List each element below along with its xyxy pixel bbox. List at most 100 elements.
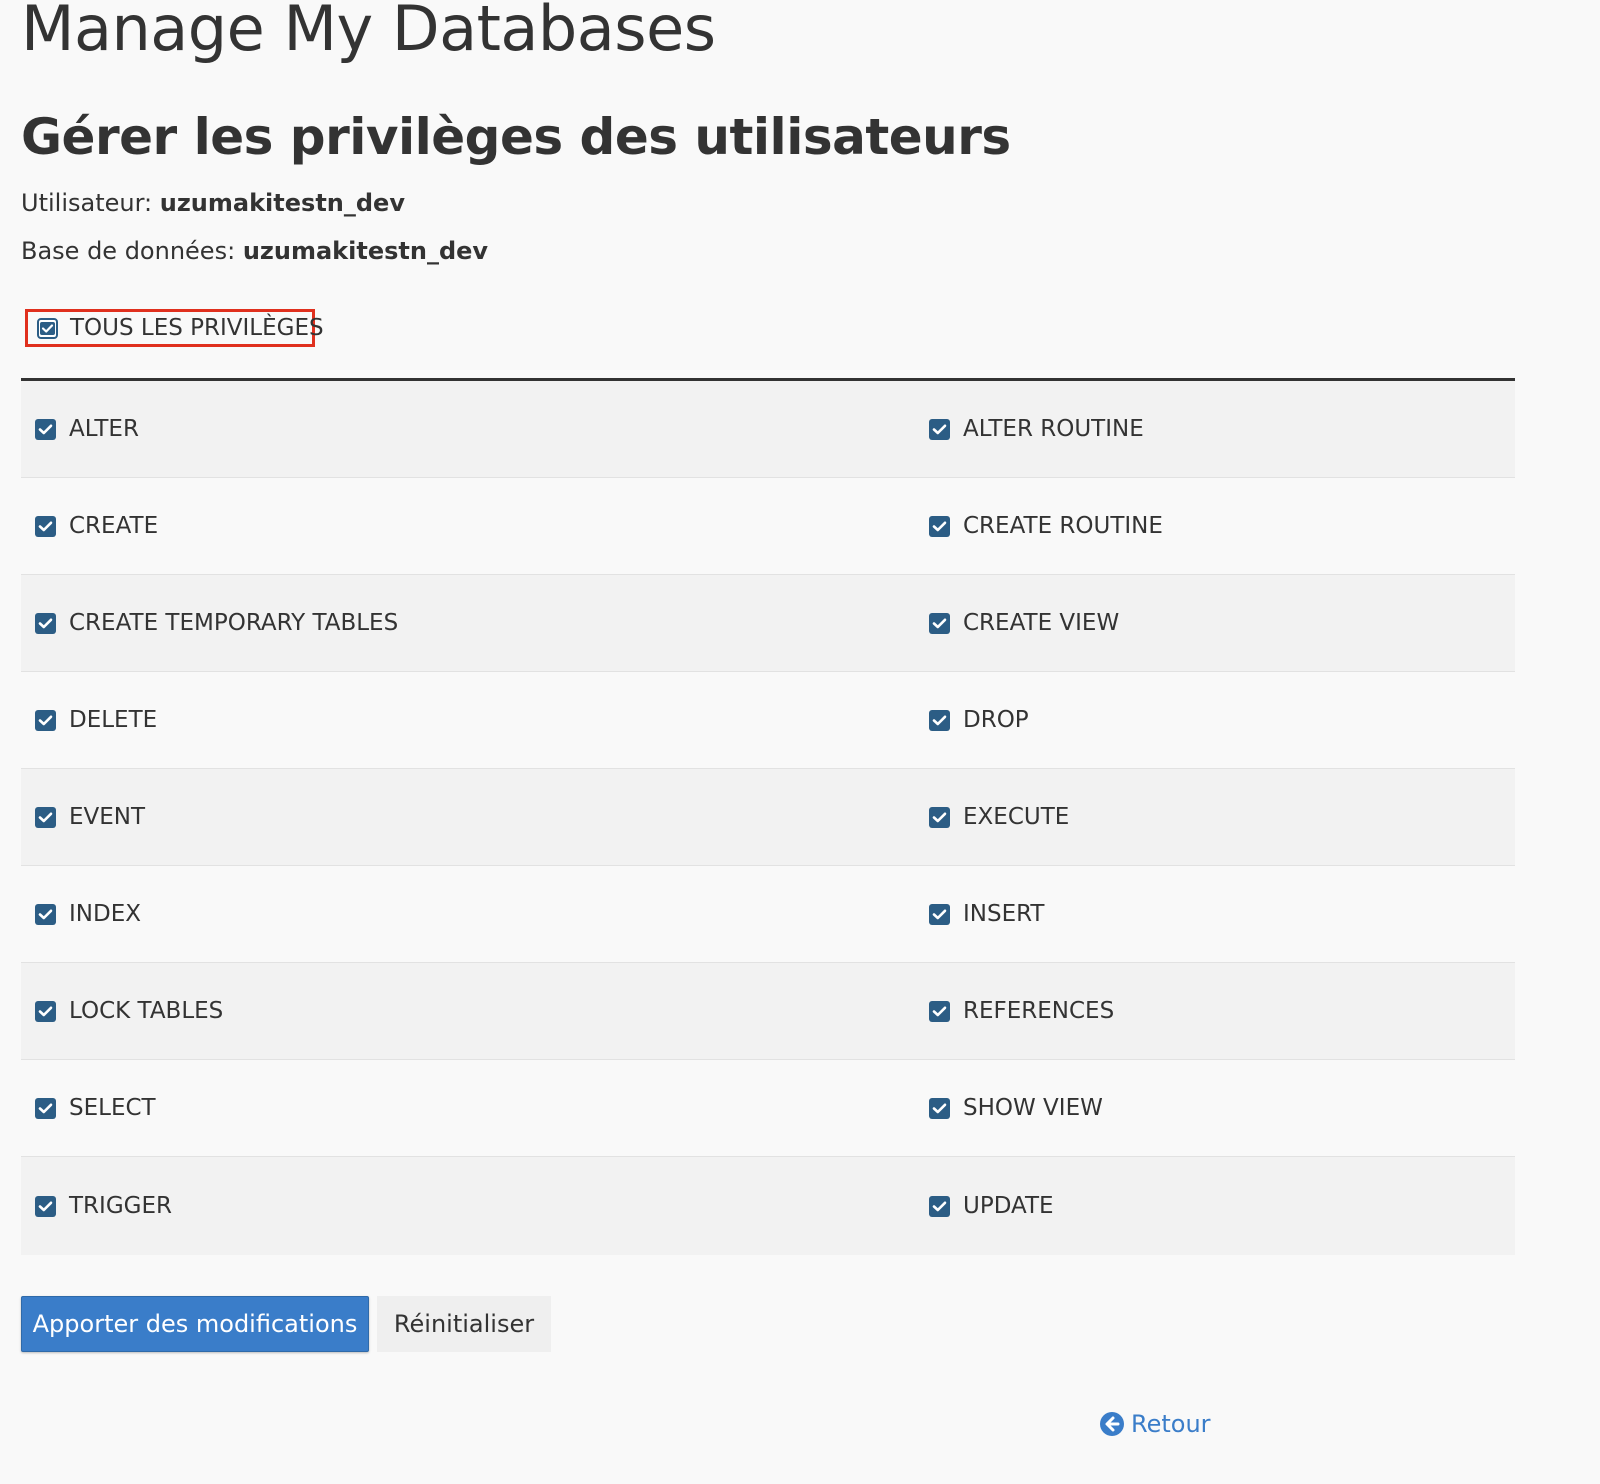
- privilege-option[interactable]: INSERT: [915, 866, 1515, 962]
- privilege-option[interactable]: EVENT: [21, 769, 915, 865]
- user-label: Utilisateur:: [21, 189, 153, 217]
- privilege-checkbox[interactable]: [929, 612, 950, 634]
- checkmark-icon: [40, 321, 55, 335]
- privilege-checkbox[interactable]: [35, 612, 56, 634]
- privilege-option[interactable]: TRIGGER: [21, 1157, 915, 1255]
- privilege-row: ALTER ALTER ROUTINE: [21, 381, 1515, 478]
- privilege-label: INDEX: [69, 901, 141, 927]
- privilege-label: TRIGGER: [69, 1193, 172, 1219]
- all-privileges-label: TOUS LES PRIVILÈGES: [70, 315, 324, 341]
- checkmark-icon: [932, 1201, 947, 1211]
- privilege-label: SELECT: [69, 1095, 156, 1121]
- privilege-checkbox[interactable]: [35, 903, 56, 925]
- checkmark-icon: [38, 1201, 53, 1211]
- reset-button[interactable]: Réinitialiser: [377, 1296, 551, 1352]
- checkmark-icon: [38, 909, 53, 919]
- back-link-label: Retour: [1131, 1410, 1211, 1438]
- checkmark-icon: [932, 715, 947, 725]
- privilege-checkbox[interactable]: [929, 515, 950, 537]
- checkmark-icon: [38, 424, 53, 434]
- privilege-option[interactable]: DELETE: [21, 672, 915, 768]
- privilege-option[interactable]: EXECUTE: [915, 769, 1515, 865]
- privilege-label: UPDATE: [963, 1193, 1054, 1219]
- privilege-row: TRIGGER UPDATE: [21, 1157, 1515, 1255]
- privilege-option[interactable]: REFERENCES: [915, 963, 1515, 1059]
- checkmark-icon: [932, 424, 947, 434]
- privilege-option[interactable]: ALTER: [21, 381, 915, 477]
- arrow-circle-left-icon: [1100, 1412, 1124, 1436]
- privilege-label: EXECUTE: [963, 804, 1070, 830]
- checkmark-icon: [932, 812, 947, 822]
- privilege-row: CREATE TEMPORARY TABLES CREATE VIEW: [21, 575, 1515, 672]
- privilege-label: CREATE TEMPORARY TABLES: [69, 610, 399, 636]
- privilege-label: ALTER ROUTINE: [963, 416, 1144, 442]
- checkmark-icon: [932, 1006, 947, 1016]
- privilege-option[interactable]: CREATE: [21, 478, 915, 574]
- checkmark-icon: [932, 618, 947, 628]
- checkmark-icon: [38, 812, 53, 822]
- privilege-checkbox[interactable]: [929, 903, 950, 925]
- checkmark-icon: [38, 1103, 53, 1113]
- privilege-checkbox[interactable]: [929, 1195, 950, 1217]
- back-link[interactable]: Retour: [1100, 1410, 1211, 1438]
- database-value: uzumakitestn_dev: [242, 237, 489, 265]
- all-privileges-option[interactable]: TOUS LES PRIVILÈGES: [25, 309, 324, 347]
- page-title: Gérer les privilèges des utilisateurs: [21, 108, 1011, 166]
- privilege-row: INDEX INSERT: [21, 866, 1515, 963]
- checkmark-icon: [38, 1006, 53, 1016]
- privilege-row: DELETE DROP: [21, 672, 1515, 769]
- privilege-option[interactable]: CREATE ROUTINE: [915, 478, 1515, 574]
- checkmark-icon: [38, 521, 53, 531]
- privilege-label: DROP: [963, 707, 1029, 733]
- user-value: uzumakitestn_dev: [159, 189, 405, 217]
- privilege-row: CREATE CREATE ROUTINE: [21, 478, 1515, 575]
- privilege-label: LOCK TABLES: [69, 998, 224, 1024]
- user-info: Utilisateur: uzumakitestn_dev: [21, 189, 405, 217]
- privilege-checkbox[interactable]: [35, 1000, 56, 1022]
- privilege-option[interactable]: SHOW VIEW: [915, 1060, 1515, 1156]
- checkmark-icon: [38, 618, 53, 628]
- database-label: Base de données:: [21, 237, 236, 265]
- privilege-checkbox[interactable]: [35, 418, 56, 440]
- checkmark-icon: [932, 909, 947, 919]
- app-title: Manage My Databases: [21, 0, 716, 65]
- privilege-label: CREATE: [69, 513, 159, 539]
- apply-changes-button[interactable]: Apporter des modifications: [21, 1296, 369, 1352]
- privilege-label: SHOW VIEW: [963, 1095, 1103, 1121]
- privilege-row: SELECT SHOW VIEW: [21, 1060, 1515, 1157]
- privilege-checkbox[interactable]: [35, 1097, 56, 1119]
- privilege-label: ALTER: [69, 416, 139, 442]
- checkmark-icon: [932, 1103, 947, 1113]
- privilege-option[interactable]: DROP: [915, 672, 1515, 768]
- privilege-checkbox[interactable]: [35, 515, 56, 537]
- privileges-table: ALTER ALTER ROUTINE CREATE CREATE ROUTINE CR…: [21, 378, 1515, 1255]
- privilege-label: INSERT: [963, 901, 1045, 927]
- privilege-label: DELETE: [69, 707, 158, 733]
- checkmark-icon: [932, 521, 947, 531]
- all-privileges-checkbox[interactable]: [37, 317, 58, 339]
- privilege-checkbox[interactable]: [35, 709, 56, 731]
- privilege-option[interactable]: UPDATE: [915, 1157, 1515, 1255]
- privilege-label: REFERENCES: [963, 998, 1115, 1024]
- privilege-row: EVENT EXECUTE: [21, 769, 1515, 866]
- privilege-label: CREATE VIEW: [963, 610, 1120, 636]
- privilege-checkbox[interactable]: [929, 1097, 950, 1119]
- privilege-checkbox[interactable]: [929, 806, 950, 828]
- privilege-option[interactable]: CREATE TEMPORARY TABLES: [21, 575, 915, 671]
- privilege-row: LOCK TABLES REFERENCES: [21, 963, 1515, 1060]
- privilege-label: EVENT: [69, 804, 146, 830]
- checkmark-icon: [38, 715, 53, 725]
- privilege-checkbox[interactable]: [35, 1195, 56, 1217]
- privilege-option[interactable]: ALTER ROUTINE: [915, 381, 1515, 477]
- page: Manage My Databases Gérer les privilèges…: [0, 0, 1600, 1484]
- privilege-option[interactable]: CREATE VIEW: [915, 575, 1515, 671]
- privilege-checkbox[interactable]: [929, 709, 950, 731]
- privilege-option[interactable]: SELECT: [21, 1060, 915, 1156]
- privilege-option[interactable]: INDEX: [21, 866, 915, 962]
- privilege-checkbox[interactable]: [35, 806, 56, 828]
- privilege-checkbox[interactable]: [929, 418, 950, 440]
- database-info: Base de données: uzumakitestn_dev: [21, 237, 488, 265]
- privilege-option[interactable]: LOCK TABLES: [21, 963, 915, 1059]
- privilege-checkbox[interactable]: [929, 1000, 950, 1022]
- privilege-label: CREATE ROUTINE: [963, 513, 1163, 539]
